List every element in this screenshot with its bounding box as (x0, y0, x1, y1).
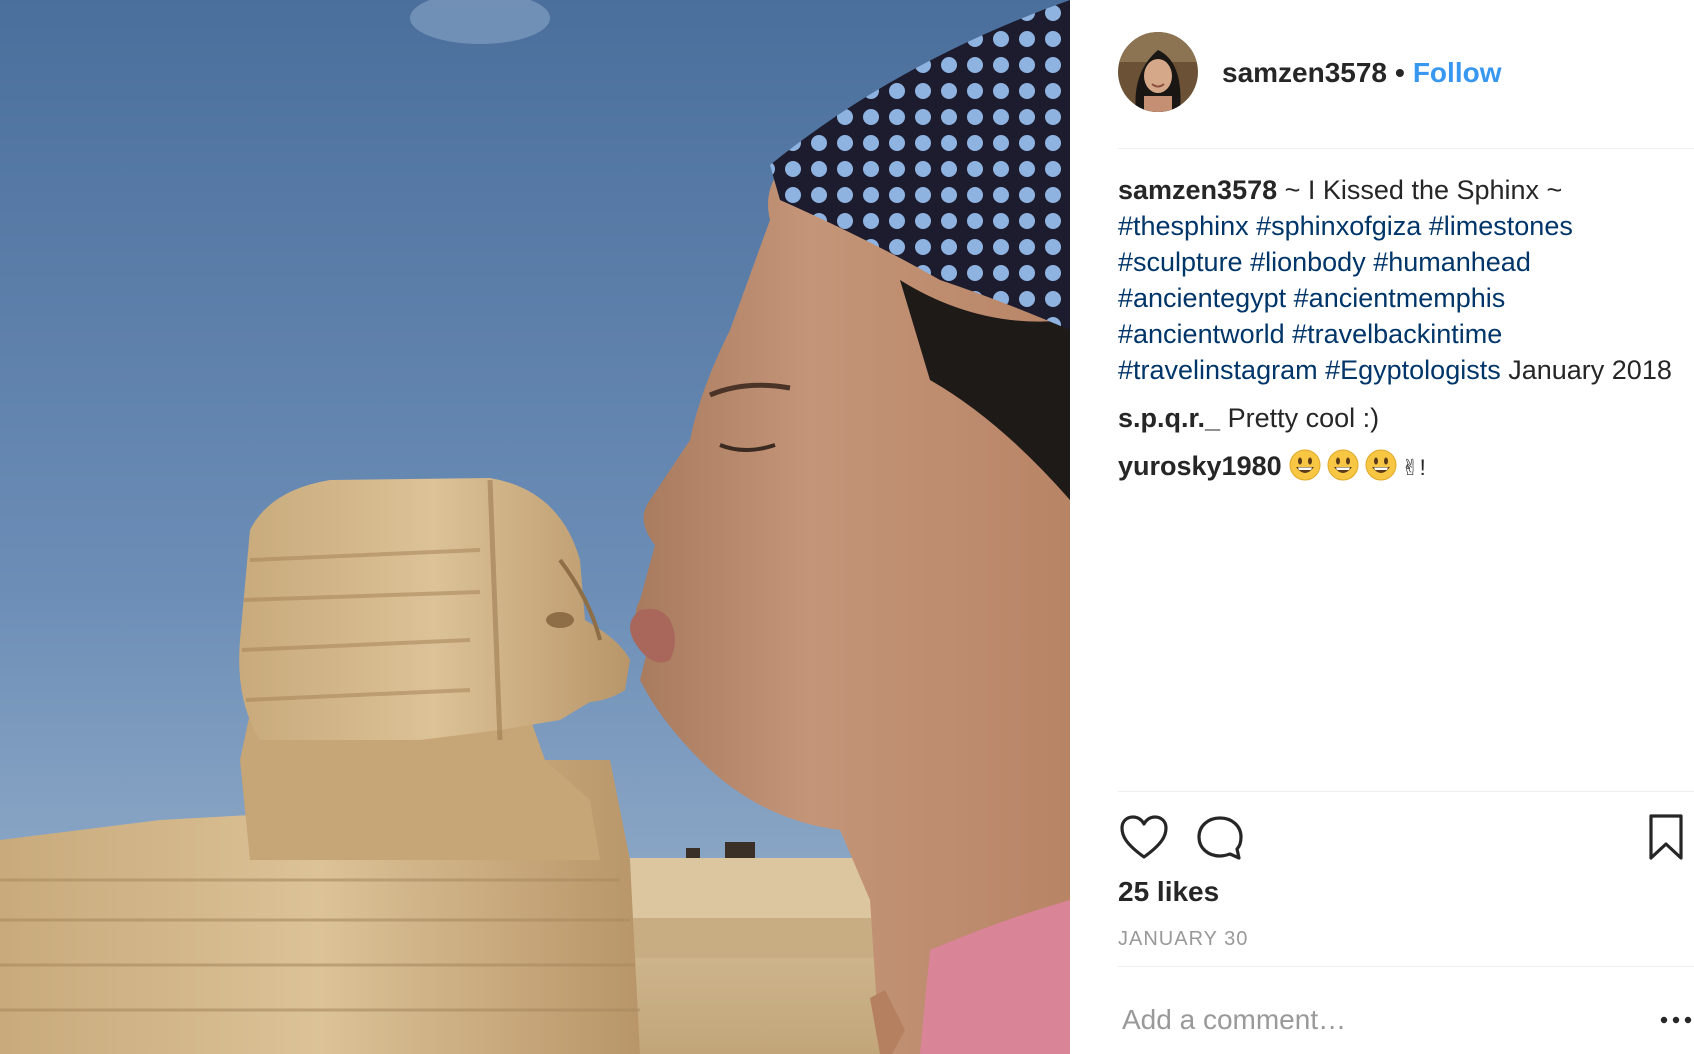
post-photo[interactable] (0, 0, 1070, 1054)
comment-tail: ✌! (1401, 455, 1426, 480)
post-side-panel: samzen3578 • Follow samzen3578 ~ I Kissed … (1070, 0, 1694, 1054)
bookmark-icon (1649, 814, 1683, 860)
caption: samzen3578 ~ I Kissed the Sphinx ~ #thes… (1118, 172, 1678, 388)
instagram-post: samzen3578 • Follow samzen3578 ~ I Kissed … (0, 0, 1694, 1054)
comment-button[interactable] (1194, 812, 1246, 864)
sphinx-kiss-photo (0, 0, 1070, 1054)
header-text: samzen3578 • Follow (1222, 56, 1501, 90)
likes-count[interactable]: 25 likes (1118, 876, 1219, 908)
hashtag-link[interactable]: #travelbackintime (1292, 319, 1502, 349)
grinning-face-emoji (1289, 449, 1321, 481)
hashtag-link[interactable]: #travelinstagram (1118, 355, 1318, 385)
hashtag-link[interactable]: #ancientmemphis (1294, 283, 1506, 313)
follow-button[interactable]: Follow (1413, 57, 1502, 88)
comment-item: yurosky1980 ✌! (1118, 448, 1678, 486)
avatar-image (1118, 32, 1198, 112)
divider (1118, 791, 1694, 792)
avatar[interactable] (1118, 32, 1198, 112)
post-header: samzen3578 • Follow (1118, 32, 1694, 149)
header-separator: • (1395, 57, 1405, 88)
post-actions (1118, 812, 1683, 864)
caption-author[interactable]: samzen3578 (1118, 175, 1277, 205)
hashtag-link[interactable]: #ancientworld (1118, 319, 1285, 349)
hashtag-link[interactable]: #thesphinx (1118, 211, 1249, 241)
comment-text: Pretty cool :) (1227, 403, 1380, 433)
comment-author[interactable]: s.p.q.r._ (1118, 403, 1220, 433)
hashtag-link[interactable]: #ancientegypt (1118, 283, 1286, 313)
comment-item: s.p.q.r._ Pretty cool :) (1118, 400, 1678, 436)
hashtag-link[interactable]: #sculpture (1118, 247, 1243, 277)
comments-section: samzen3578 ~ I Kissed the Sphinx ~ #thes… (1118, 172, 1678, 498)
hashtag-link[interactable]: #limestones (1429, 211, 1573, 241)
caption-date-text: January 2018 (1508, 355, 1672, 385)
add-comment-input[interactable] (1122, 1000, 1622, 1040)
divider (1118, 966, 1694, 967)
like-button[interactable] (1118, 812, 1170, 864)
bookmark-button[interactable] (1646, 812, 1694, 864)
more-options-button[interactable] (1658, 1006, 1694, 1034)
hashtag-link[interactable]: #humanhead (1373, 247, 1531, 277)
heart-icon (1120, 815, 1168, 859)
comment-author[interactable]: yurosky1980 (1118, 451, 1282, 481)
hashtag-link[interactable]: #sphinxofgiza (1256, 211, 1421, 241)
comment-icon (1197, 816, 1243, 860)
post-date: JANUARY 30 (1118, 928, 1249, 950)
caption-text: ~ I Kissed the Sphinx ~ (1284, 175, 1563, 205)
grinning-face-emoji (1365, 449, 1397, 481)
hashtag-link[interactable]: #lionbody (1250, 247, 1366, 277)
hashtag-link[interactable]: #Egyptologists (1325, 355, 1501, 385)
more-dots-icon (1660, 1016, 1692, 1024)
grinning-face-emoji (1327, 449, 1359, 481)
header-username[interactable]: samzen3578 (1222, 57, 1387, 88)
